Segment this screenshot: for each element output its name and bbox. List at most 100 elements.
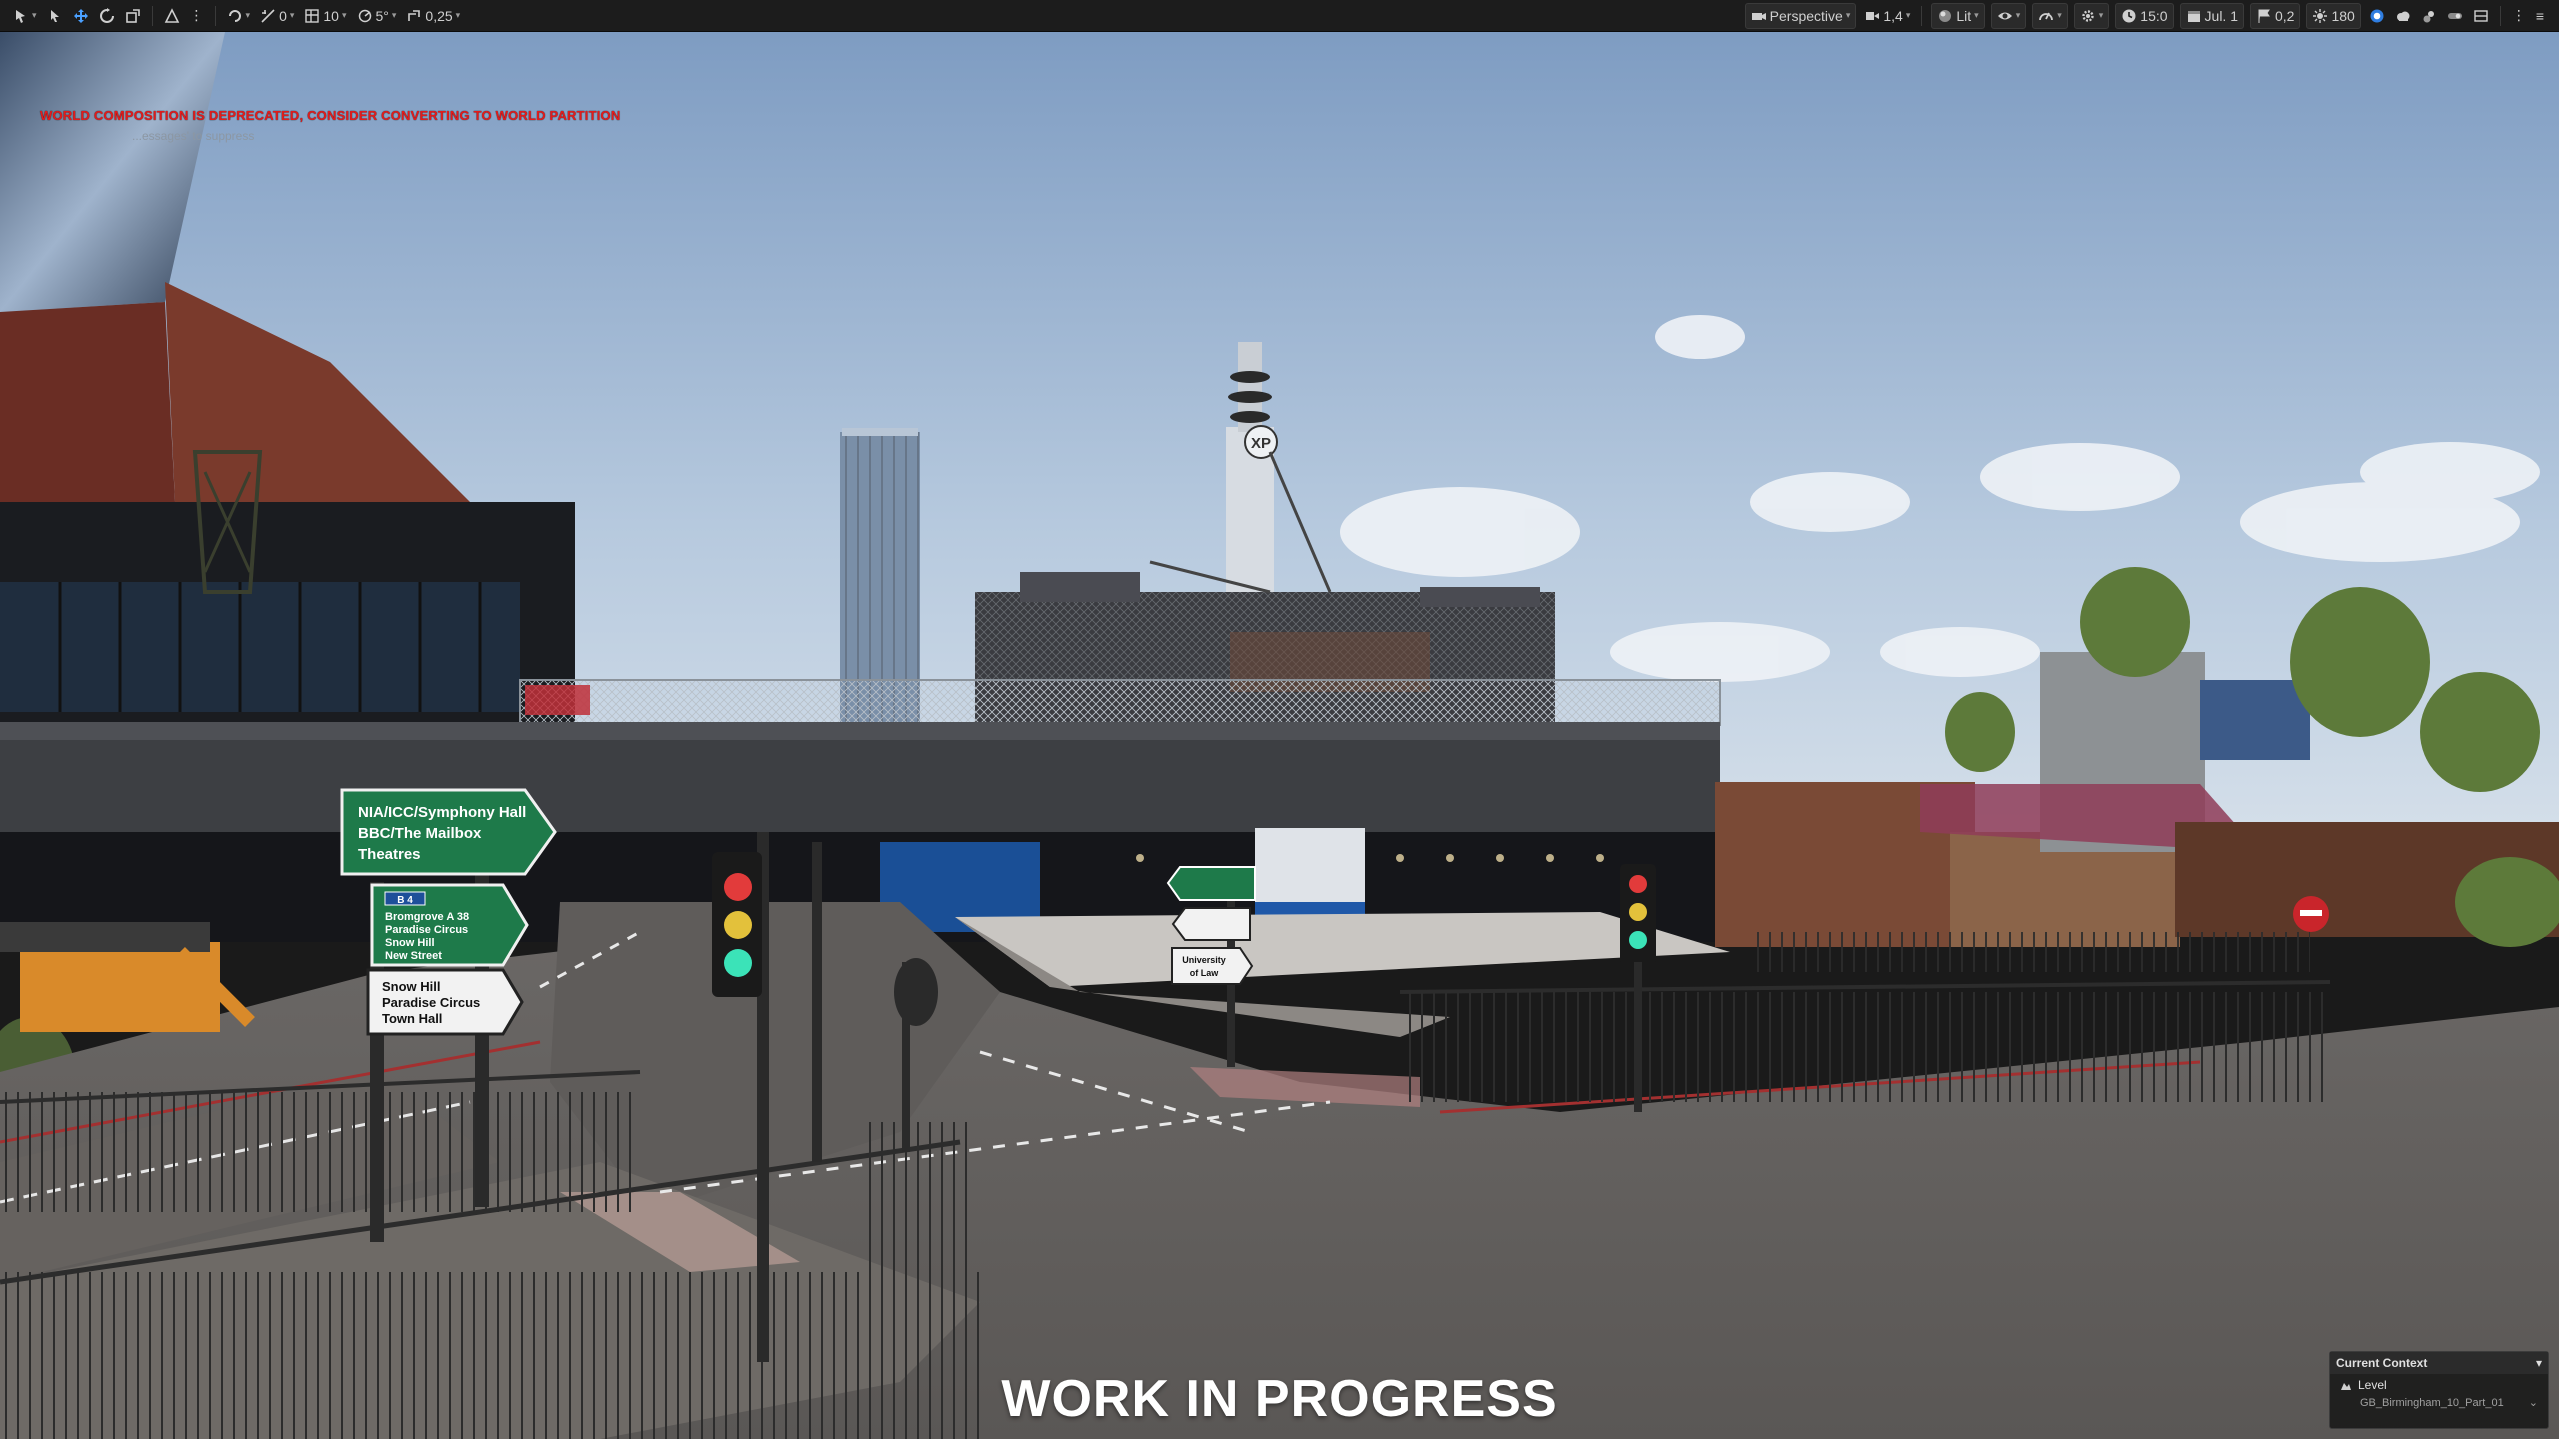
sign-line: BBC/The Mailbox [358, 825, 482, 842]
layout-button[interactable] [2468, 4, 2494, 28]
lit-sphere-icon [1939, 9, 1952, 22]
rotation-snap-value: 5° [375, 7, 389, 24]
translate-snap-button[interactable]: 0 ▾ [255, 4, 299, 28]
chevron-down-icon: ▾ [1974, 10, 1979, 20]
sign-line: Paradise Circus [385, 924, 468, 936]
surface-snap-button[interactable]: ▾ [222, 4, 256, 28]
latitude-value: 0,2 [2275, 7, 2295, 24]
scale-icon [125, 8, 140, 23]
clock-icon [2122, 9, 2136, 22]
world-composition-warning: WORLD COMPOSITION IS DEPRECATED, CONSIDE… [40, 108, 621, 123]
context-panel-title: Current Context [2336, 1356, 2428, 1370]
viewport-toolbar: ▾ ⋮ ▾ 0 ▾ 10 ▾ 5° ▾ 0,25 ▾ Perspective ▾… [0, 0, 2559, 32]
kebab-icon: ⋮ [2511, 7, 2526, 23]
viewport-options-button[interactable]: ⋮ [2507, 4, 2531, 28]
sun-cloud-icon [2423, 10, 2434, 22]
chevron-down-icon: ▾ [289, 10, 295, 20]
context-level-label: Level [2358, 1378, 2387, 1392]
chevron-down-icon: ▾ [1905, 10, 1911, 20]
show-flags-dropdown[interactable]: ▾ [1990, 2, 2027, 29]
context-level-value: GB_Birmingham_10_Part_01 [2360, 1396, 2504, 1409]
chevron-down-icon: ▾ [341, 10, 347, 20]
scale-snap-button[interactable]: 0,25 ▾ [401, 4, 465, 28]
chevron-down-icon: ▾ [245, 10, 251, 20]
translate-snap-value: 0 [279, 7, 287, 24]
sign-line: Bromgrove A 38 [385, 911, 469, 923]
camera-speed-value: 1,4 [1883, 7, 1903, 24]
select-tool-button[interactable] [42, 4, 68, 28]
chevron-down-icon: ▾ [391, 10, 397, 20]
context-level-row: Level [2330, 1374, 2548, 1392]
select-mode-icon [16, 9, 25, 23]
context-level-selector[interactable]: GB_Birmingham_10_Part_01 ⌄ [2330, 1392, 2548, 1410]
rotate-tool-button[interactable] [94, 4, 120, 28]
scale-tool-button[interactable] [120, 4, 146, 28]
work-in-progress-watermark: WORK IN PROGRESS [1001, 1370, 1558, 1428]
toolbar-divider [1921, 5, 1923, 26]
performance-dropdown[interactable]: ▾ [2032, 2, 2068, 29]
sign-line: Town Hall [382, 1011, 442, 1026]
rotation-snap-button[interactable]: 5° ▾ [352, 4, 402, 28]
date-field[interactable]: Jul. 1 [2179, 2, 2244, 29]
latitude-field[interactable]: 0,2 [2250, 2, 2301, 29]
eye-icon [1997, 12, 2012, 19]
grid-snap-icon [261, 8, 275, 23]
toolbar-divider [151, 5, 153, 26]
chevron-down-icon[interactable]: ▾ [2536, 1356, 2542, 1370]
sign-line: Paradise Circus [382, 995, 480, 1010]
realtime-toggle[interactable] [2442, 4, 2468, 28]
atmosphere-toggle[interactable] [2416, 4, 2442, 28]
grid-size-value: 10 [323, 7, 339, 24]
gear-icon [2082, 9, 2094, 22]
camera-speed-icon [1866, 11, 1880, 20]
lighting-mode-label: Lit [1956, 7, 1972, 24]
chevron-down-icon: ▾ [455, 10, 461, 20]
sun-position-toggle[interactable] [2364, 4, 2390, 28]
layout-icon [2474, 9, 2488, 22]
chevron-down-icon: ▾ [1845, 10, 1851, 20]
move-arrows-icon [73, 8, 88, 23]
surface-snap-icon [228, 9, 241, 22]
sign-line: Theatres [358, 846, 421, 863]
level-icon [2341, 1383, 2351, 1390]
rotate-icon [99, 7, 114, 23]
context-panel-header[interactable]: Current Context ▾ [2330, 1352, 2548, 1374]
gauge-icon [2039, 12, 2054, 20]
time-of-day-value: 15:0 [2140, 7, 2168, 24]
sun-rotation-field[interactable]: 180 [2306, 2, 2361, 29]
level-viewport[interactable]: XP NIA/ICC/Symphony Hall BBC/The Mailbox… [0, 32, 2559, 1439]
tower-logo: XP [1251, 435, 1271, 452]
translate-tool-button[interactable] [68, 4, 94, 28]
camera-speed-dropdown[interactable]: 1,4 ▾ [1859, 4, 1915, 28]
viewport-menu-button[interactable]: ≡ [2531, 4, 2549, 28]
current-context-panel: Current Context ▾ Level GB_Birmingham_10… [2329, 1351, 2549, 1429]
scene-render: XP NIA/ICC/Symphony Hall BBC/The Mailbox… [0, 32, 2559, 1439]
cursor-icon [50, 9, 59, 22]
select-mode-button[interactable]: ▾ [8, 4, 42, 28]
settings-dropdown[interactable]: ▾ [2073, 2, 2110, 29]
chevron-down-icon: ▾ [2015, 10, 2021, 20]
chevron-down-icon: ▾ [2098, 10, 2104, 20]
hamburger-icon: ≡ [2535, 7, 2544, 24]
kebab-icon: ⋮ [189, 7, 204, 23]
lighting-mode-dropdown[interactable]: Lit ▾ [1931, 2, 1985, 29]
chevron-down-icon: ▾ [32, 10, 37, 20]
grid-size-button[interactable]: 10 ▾ [299, 4, 351, 28]
grid-icon [305, 8, 320, 23]
time-of-day-field[interactable]: 15:0 [2115, 2, 2174, 29]
transform-space-button[interactable] [159, 4, 185, 28]
sun-rotation-value: 180 [2331, 7, 2355, 24]
cloud-icon [2396, 11, 2410, 21]
toolbar-divider [214, 5, 216, 26]
warning-suppress-hint: ...essages' to suppress [132, 129, 255, 143]
view-mode-dropdown[interactable]: Perspective ▾ [1744, 2, 1857, 29]
sign-line: NIA/ICC/Symphony Hall [358, 804, 526, 821]
scale-snap-icon [408, 9, 421, 21]
flag-icon [2258, 9, 2270, 23]
sign-line: New Street [385, 950, 442, 962]
more-options-button[interactable]: ⋮ [185, 4, 209, 28]
triangle-icon [164, 7, 179, 23]
realtime-icon [2447, 12, 2462, 19]
sky-toggle[interactable] [2390, 4, 2416, 28]
sign-line: University [1182, 955, 1226, 965]
